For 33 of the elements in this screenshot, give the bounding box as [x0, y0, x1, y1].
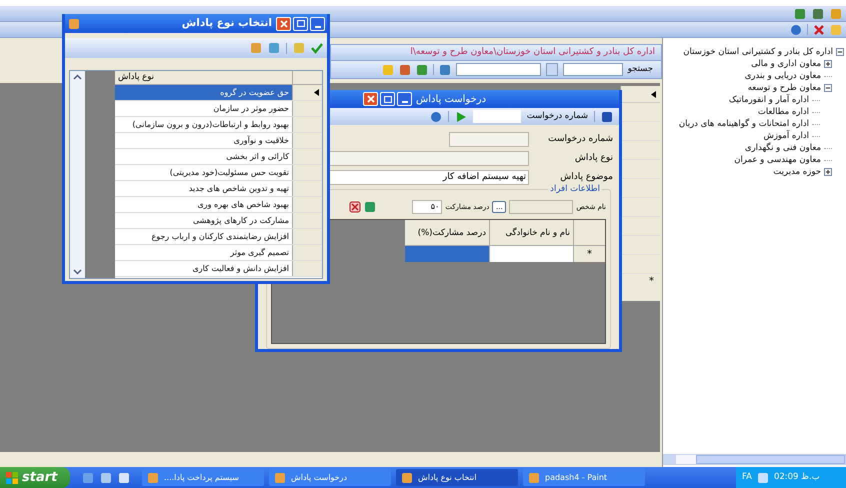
tree-item[interactable]: معاون اداری و مالی — [751, 58, 821, 70]
tree-item[interactable]: اداره امتحانات و گواهینامه های دریان — [678, 118, 809, 130]
column-header[interactable]: درصد مشارکت(%) — [405, 220, 489, 246]
tree-item[interactable]: معاون دریایی و بندری — [744, 70, 821, 82]
tree-item[interactable]: معاون طرح و توسعه — [748, 82, 821, 94]
field-label: شماره درخواست — [547, 132, 613, 146]
tree-item[interactable]: اداره مطالعات — [758, 106, 809, 118]
tree-item[interactable]: معاون مهندسی و عمران — [734, 154, 821, 166]
taskbar-button[interactable]: padash4 - Paint — [523, 469, 645, 486]
toolbar-label: شماره درخواست — [526, 110, 588, 123]
new-row-mark: * — [649, 275, 654, 289]
taskbar-button[interactable]: سیستم پرداخت پادا.... — [142, 469, 264, 486]
percent-field[interactable]: ۵۰ — [412, 200, 442, 214]
column-header[interactable]: نام و نام خانوادگی — [489, 220, 573, 246]
tree-item[interactable]: اداره آمار و انفورماتیک — [728, 94, 809, 106]
tree-item[interactable]: معاون فنی و نگهداری — [744, 142, 821, 154]
field-label: نوع پاداش — [574, 152, 613, 165]
column-header[interactable]: نوع پاداش — [115, 71, 292, 84]
window-title: درخواست پاداش — [416, 92, 486, 106]
tree-item[interactable]: اداره آموزش — [763, 130, 809, 142]
list-row[interactable]: حق عضویت در گروه — [115, 85, 292, 100]
group-title: اطلاعات افراد — [548, 183, 602, 196]
clock: 02:09 ب.ظ — [774, 471, 820, 484]
new-row-mark: * — [587, 248, 592, 262]
taskbar-button[interactable]: انتخاب نوع پاداش — [396, 469, 518, 486]
window-title: انتخاب نوع پاداش — [182, 16, 272, 31]
start-button[interactable]: start — [0, 467, 70, 488]
breadcrumb: اداره کل بنادر و کشتیرانی استان خوزستان\معاون طرح و توسعه\ا — [410, 46, 655, 59]
field-label: موضوع پاداش — [559, 170, 613, 184]
taskbar-button[interactable]: درخواست پاداش — [269, 469, 391, 486]
tree-item[interactable]: حوزه مدیریت — [773, 166, 821, 178]
search-label: جستجو — [628, 63, 653, 76]
tree-item[interactable]: اداره کل بنادر و کشتیرانی استان خوزستان — [683, 46, 833, 58]
